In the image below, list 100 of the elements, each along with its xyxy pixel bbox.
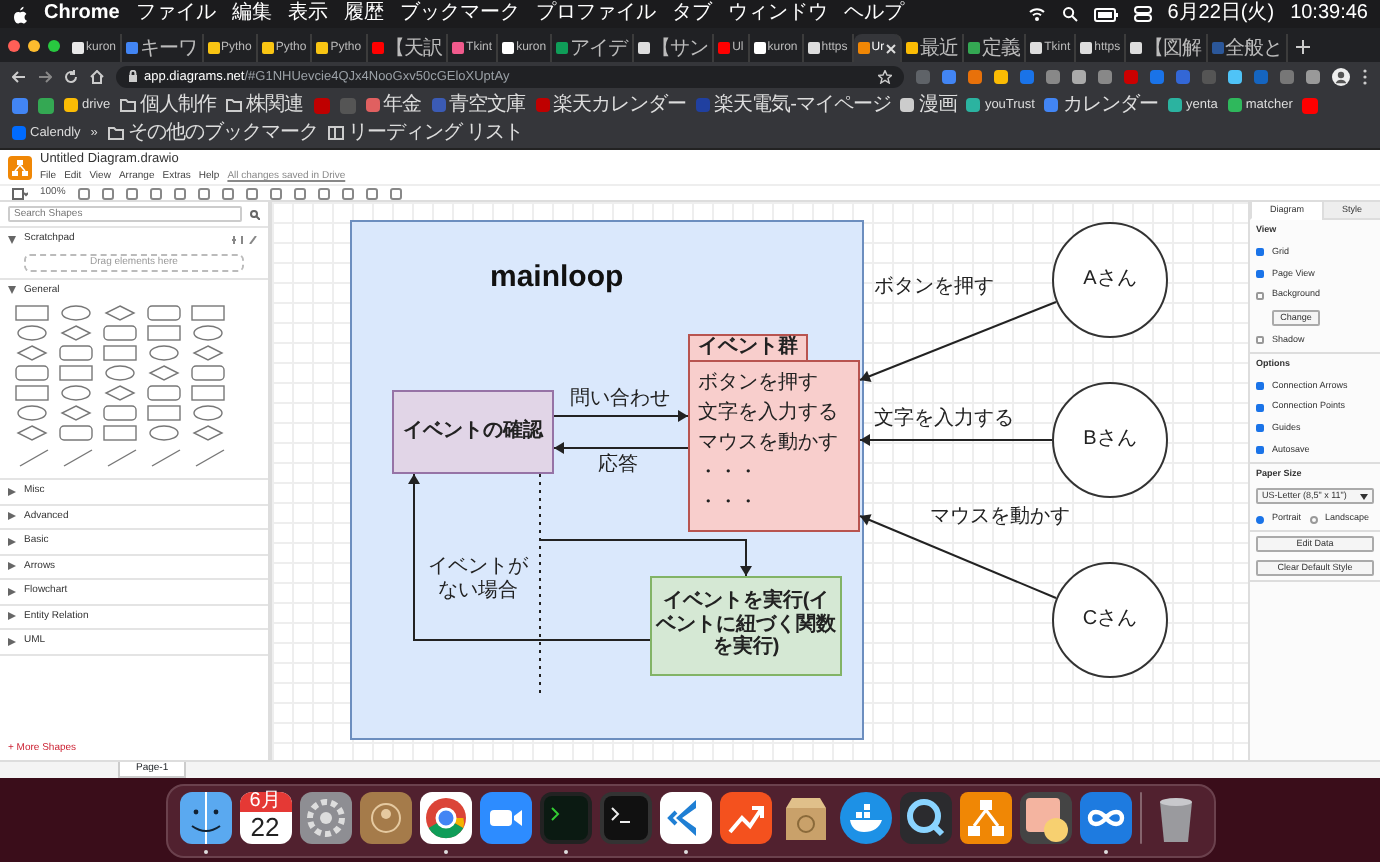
running-indicator [683, 849, 687, 853]
collapsed-triangle-icon [8, 537, 16, 546]
lock-icon [128, 70, 138, 82]
checkbox[interactable] [1256, 269, 1264, 278]
menu-item[interactable]: 表示 [287, 0, 328, 28]
checkbox[interactable] [1256, 248, 1264, 257]
terminal-icon[interactable] [599, 791, 651, 843]
bookmark-link[interactable]: リーディング リスト [327, 120, 524, 146]
toggle-switches-icon[interactable] [1133, 6, 1152, 22]
dock-item[interactable] [1079, 791, 1131, 853]
bookmark-icon[interactable] [38, 97, 54, 113]
process-box: イベントを実行(イベントに紐づく関数を実行) [650, 575, 842, 675]
menu-item[interactable]: ヘルプ [843, 0, 904, 28]
collapsed-triangle-icon [8, 512, 16, 521]
page-view-icon[interactable] [12, 187, 28, 199]
bookmark-link[interactable]: 楽天電気-マイページ [696, 92, 891, 118]
collapsed-triangle-icon [8, 587, 16, 596]
home-icon[interactable] [90, 69, 104, 83]
list-item: マウスを動かす [698, 429, 840, 457]
running-indicator [1103, 849, 1107, 853]
expanded-triangle-icon [8, 286, 16, 295]
menu-item[interactable]: ウィンドウ [727, 0, 828, 28]
list-item: ・・・ [698, 459, 760, 487]
user-circle: Cさん [1052, 561, 1168, 677]
wifi-icon[interactable] [1027, 6, 1046, 22]
bookmark-link[interactable]: 個人制作 [120, 92, 217, 118]
search-icon[interactable] [1061, 6, 1078, 22]
reload-icon[interactable] [64, 69, 78, 83]
video-camera-icon[interactable] [479, 791, 531, 843]
edge-label: ボタンを押す [874, 275, 994, 299]
whale-icon[interactable] [839, 791, 891, 843]
flowchart-icon[interactable] [959, 791, 1011, 843]
infinity-icon[interactable] [1079, 791, 1131, 843]
scratchpad-tools-icon[interactable] [232, 235, 260, 244]
color-wheel-icon[interactable] [419, 791, 471, 843]
radio-button[interactable] [1256, 515, 1264, 524]
gear-icon[interactable] [299, 791, 351, 843]
bookmark-link[interactable]: 楽天カレンダー [535, 92, 687, 118]
new-tab-icon[interactable] [1296, 40, 1311, 54]
contact-book-icon[interactable] [359, 791, 411, 843]
diagram-title: mainloop [490, 257, 624, 297]
checkbox[interactable] [1256, 403, 1264, 412]
battery-icon[interactable] [1093, 7, 1118, 21]
running-indicator [563, 849, 567, 853]
checkbox[interactable] [1256, 424, 1264, 433]
group-header: イベント群 [688, 333, 808, 361]
close-icon[interactable] [886, 43, 897, 53]
menu-item[interactable]: タブ [671, 0, 712, 28]
menubar-time[interactable]: 10:39:46 [1290, 0, 1368, 28]
edge-label: 問い合わせ [570, 387, 670, 411]
radio-button[interactable] [1309, 515, 1318, 524]
menu-item[interactable]: 編集 [231, 0, 272, 28]
menu-item[interactable]: ブックマーク [399, 0, 520, 28]
search-icon [250, 209, 260, 219]
dock-item[interactable] [419, 791, 471, 853]
bookmark-icon[interactable] [12, 97, 28, 113]
edge-label: 文字を入力する [874, 407, 1014, 431]
menu-item[interactable]: プロファイル [535, 0, 656, 28]
face-icon[interactable] [179, 791, 231, 843]
connector-arrow [553, 441, 689, 453]
caret-icon [1360, 493, 1368, 500]
folder-icon [226, 98, 243, 112]
collapse-triangle-icon[interactable] [8, 235, 16, 244]
dock-item[interactable]: 6月 22 [239, 791, 291, 853]
dock-item[interactable] [179, 791, 231, 853]
collapsed-triangle-icon [8, 562, 16, 571]
checkbox[interactable] [1256, 291, 1264, 300]
menu-item[interactable]: ファイル [135, 0, 216, 28]
collapsed-triangle-icon [8, 612, 16, 621]
profile-avatar-icon[interactable] [1332, 67, 1350, 85]
diagram-app-logo-icon[interactable] [8, 155, 32, 179]
forward-arrow-icon[interactable] [38, 69, 52, 83]
collapsed-triangle-icon [8, 487, 16, 496]
checkbox[interactable] [1256, 381, 1264, 390]
checkbox[interactable] [1256, 446, 1264, 455]
apple-logo-icon[interactable] [12, 5, 28, 23]
dock-item[interactable] [659, 791, 711, 853]
user-circle: Bさん [1052, 381, 1168, 497]
bookmark-link[interactable]: 青空文庫 [431, 92, 526, 118]
menu-item[interactable]: 履歴 [343, 0, 384, 28]
bookmark-link[interactable]: 株関連 [226, 92, 304, 118]
chevron-icon[interactable] [659, 791, 711, 843]
back-arrow-icon[interactable] [12, 69, 26, 83]
calendar-icon[interactable]: 6月 22 [239, 791, 291, 843]
collapsed-triangle-icon [8, 637, 16, 646]
process-box: イベントの確認 [392, 389, 554, 473]
more-menu-icon[interactable] [1362, 67, 1368, 85]
bookmark-link[interactable]: その他のブックマーク [107, 120, 318, 146]
checkbox[interactable] [1256, 336, 1264, 345]
edge-label: マウスを動かす [930, 505, 1070, 529]
bookmark-link[interactable]: 漫画 [900, 92, 957, 118]
bookmark-link[interactable]: カレンダー [1044, 92, 1158, 118]
app-menu[interactable]: Chrome [44, 0, 120, 28]
lens-icon[interactable] [899, 791, 951, 843]
star-icon[interactable] [878, 69, 892, 83]
menubar-date[interactable]: 6月22日(火) [1167, 0, 1275, 28]
edge-label: イベントがない場合 [426, 555, 530, 603]
bookmark-link[interactable]: 年金 [365, 92, 422, 118]
bookmark-icon[interactable] [1302, 97, 1319, 113]
photo-stack-icon[interactable] [1019, 791, 1071, 843]
